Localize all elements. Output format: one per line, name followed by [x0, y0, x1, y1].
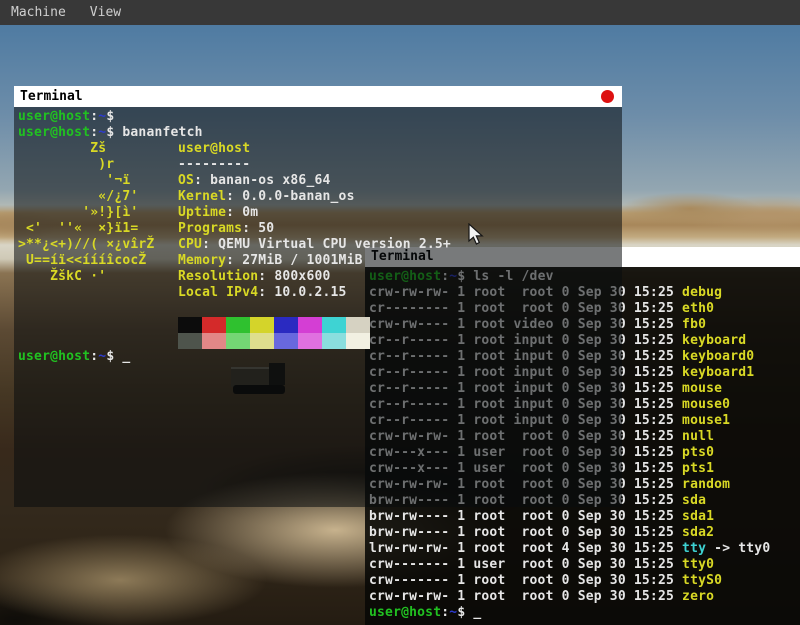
fetch-row: '¬ïOS: banan-os x86_64 [18, 173, 622, 189]
mouse-pointer-icon [468, 223, 486, 247]
ls-row: brw-rw---- 1 root root 0 Sep 30 15:25 sd… [369, 525, 800, 541]
terminal1-prompt-line: user@host:~$ _ [18, 349, 622, 365]
palette-swatch [346, 317, 370, 333]
terminal1-cursor: _ [122, 349, 130, 364]
palette-swatch [250, 333, 274, 349]
palette-swatch [178, 317, 202, 333]
terminal-window-1: Terminal user@host:~$ user@host:~$ banan… [14, 86, 622, 507]
terminal1-titlebar[interactable]: Terminal [14, 86, 622, 107]
palette-swatch [346, 333, 370, 349]
menu-item-view[interactable]: View [90, 0, 121, 25]
fetch-row: ŽškC ·'Resolution: 800x600 [18, 269, 622, 285]
palette-swatch [178, 333, 202, 349]
fetch-row: Local IPv4: 10.0.2.15 [18, 285, 622, 301]
terminal2-cursor: _ [473, 605, 481, 620]
ls-row-symlink: lrw-rw-rw- 1 root root 4 Sep 30 15:25 tt… [369, 541, 800, 557]
desktop: Terminal user@host:~$ ls -l /dev crw-rw-… [0, 25, 800, 625]
ls-row: crw------- 1 root root 0 Sep 30 15:25 tt… [369, 573, 800, 589]
terminal1-content[interactable]: user@host:~$ user@host:~$ bananfetch Zšu… [14, 107, 622, 507]
ls-row: brw-rw---- 1 root root 0 Sep 30 15:25 sd… [369, 509, 800, 525]
fetch-row: «/¿7'Kernel: 0.0.0-banan_os [18, 189, 622, 205]
color-palette-normal [18, 317, 622, 333]
ls-row: crw-rw-rw- 1 root root 0 Sep 30 15:25 ze… [369, 589, 800, 605]
close-button[interactable] [601, 90, 614, 103]
palette-swatch [298, 317, 322, 333]
palette-swatch [226, 333, 250, 349]
ls-row: crw------- 1 user root 0 Sep 30 15:25 tt… [369, 557, 800, 573]
color-palette-bright [18, 333, 622, 349]
palette-swatch [250, 317, 274, 333]
palette-swatch [202, 333, 226, 349]
terminal1-title: Terminal [20, 89, 83, 104]
fetch-row: >**¿<+)//( ×¿vîrŽCPU: QEMU Virtual CPU v… [18, 237, 622, 253]
palette-swatch [322, 317, 346, 333]
palette-swatch [274, 333, 298, 349]
fetch-row: Zšuser@host [18, 141, 622, 157]
palette-swatch [298, 333, 322, 349]
menu-bar: Machine View [0, 0, 800, 25]
palette-swatch [202, 317, 226, 333]
fetch-row: <' ''« ×}ï1=Programs: 50 [18, 221, 622, 237]
terminal1-command-line: user@host:~$ bananfetch [18, 125, 622, 141]
blank-row [18, 301, 622, 317]
fetch-row: '»!}[ì'Uptime: 0m [18, 205, 622, 221]
screen: Machine View Terminal user@host:~$ ls -l… [0, 0, 800, 625]
fetch-row: )r--------- [18, 157, 622, 173]
palette-swatch [322, 333, 346, 349]
palette-swatch [274, 317, 298, 333]
terminal2-prompt-line: user@host:~$ _ [369, 605, 800, 621]
palette-swatch [226, 317, 250, 333]
menu-item-machine[interactable]: Machine [11, 0, 66, 25]
fetch-row: U==íï<<íííîcocŽMemory: 27MiB / 1001MiB [18, 253, 622, 269]
terminal1-old-prompt: user@host:~$ [18, 109, 622, 125]
